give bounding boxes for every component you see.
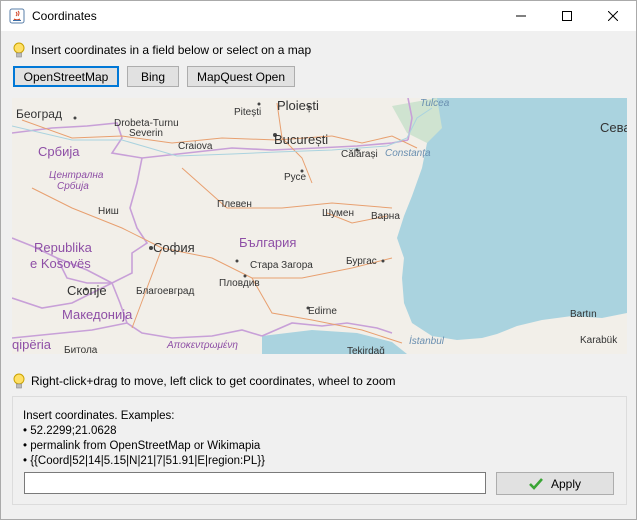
coordinates-window: Coordinates Insert coordinates in a fiel… <box>0 0 637 520</box>
minimize-button[interactable] <box>498 1 544 31</box>
map-label-beograd: Београд <box>16 107 62 121</box>
apply-button[interactable]: Apply <box>496 472 614 495</box>
panel-intro: Insert coordinates. Examples: <box>23 410 175 422</box>
map-label-edirne: Edirne <box>308 306 337 317</box>
map-label-bucuresti: București <box>274 132 328 147</box>
close-button[interactable] <box>590 1 636 31</box>
map-label-tekirdag: Tekirdağ <box>347 346 385 354</box>
openstreetmap-button[interactable]: OpenStreetMap <box>13 66 119 87</box>
map-label-ploiesti: Ploiești <box>277 98 319 113</box>
openstreetmap-label: OpenStreetMap <box>23 69 109 84</box>
map-label-centralna: Централна <box>49 170 104 181</box>
bottom-hint-text: Right-click+drag to move, left click to … <box>31 374 396 388</box>
maximize-icon <box>562 11 572 21</box>
map-label-pitesti: Pitești <box>234 107 261 118</box>
map-label-shumen: Шумен <box>322 208 354 219</box>
map-label-makedonija: Македонија <box>62 307 133 322</box>
map-label-republika: Republika <box>34 240 93 255</box>
map-view[interactable]: Београд Drobeta-Turnu Severin Pitești Pl… <box>12 98 627 354</box>
close-icon <box>608 11 618 21</box>
map-label-bitola: Битола <box>64 345 98 354</box>
map-label-sofia: София <box>153 240 195 255</box>
map-label-tulcea: Tulcea <box>420 98 450 109</box>
map-label-nis: Ниш <box>98 206 119 217</box>
map-label-pleven: Плевен <box>217 199 252 210</box>
map-label-seva: Сева <box>600 120 627 135</box>
map-label-plovdiv: Пловдив <box>219 278 260 289</box>
map-label-skopje: Скопје <box>67 283 107 298</box>
map-label-qiperia: qipëria <box>12 337 52 352</box>
top-hint-text: Insert coordinates in a field below or s… <box>31 43 312 57</box>
map-label-calarasi: Călărași <box>341 149 378 160</box>
top-hint: Insert coordinates in a field below or s… <box>13 41 311 59</box>
map-label-bulgaria: България <box>239 235 296 250</box>
title-bar: Coordinates <box>1 1 636 31</box>
map-label-bartin: Bartın <box>570 309 597 320</box>
map-label-istanbul: İstanbul <box>409 335 445 347</box>
lightbulb-icon <box>13 42 25 57</box>
map-label-severin: Severin <box>129 128 163 139</box>
maximize-button[interactable] <box>544 1 590 31</box>
bing-label: Bing <box>140 69 166 84</box>
bing-button[interactable]: Bing <box>127 66 179 87</box>
coordinates-input[interactable] <box>24 472 486 494</box>
map-label-ekosoves: e Kosovës <box>30 256 91 271</box>
coordinates-panel: Insert coordinates. Examples: • 52.2299;… <box>12 396 627 505</box>
example-line: • {{Coord|52|14|5.15|N|21|7|51.91|E|regi… <box>23 455 265 467</box>
example-line: • permalink from OpenStreetMap or Wikima… <box>23 440 261 452</box>
map-label-burgas: Бургас <box>346 256 377 267</box>
window-title: Coordinates <box>32 9 97 23</box>
bottom-hint: Right-click+drag to move, left click to … <box>13 372 396 390</box>
lightbulb-icon <box>13 373 25 388</box>
map-label-srbija2: Србија <box>57 180 89 192</box>
mapquest-open-label: MapQuest Open <box>196 69 286 84</box>
java-app-icon <box>9 8 25 24</box>
map-label-constanta: Constanța <box>385 148 431 159</box>
map-label-stara-zagora: Стара Загора <box>250 260 313 271</box>
map-label-karabuk: Karabük <box>580 335 618 346</box>
map-label-craiova: Craiova <box>178 141 213 152</box>
apply-label: Apply <box>550 476 582 491</box>
map-label-srbija: Србија <box>38 144 80 159</box>
map-label-ruse: Русе <box>284 172 307 183</box>
map-canvas[interactable]: Београд Drobeta-Turnu Severin Pitești Pl… <box>12 98 627 354</box>
minimize-icon <box>516 15 526 17</box>
map-label-apokentrimeni: Αποκεντρωμένη <box>166 339 238 351</box>
example-line: • 52.2299;21.0628 <box>23 425 117 437</box>
map-label-varna: Варна <box>371 211 400 222</box>
checkmark-icon <box>529 477 543 490</box>
map-label-blagoevgrad: Благоевград <box>136 286 194 297</box>
mapquest-open-button[interactable]: MapQuest Open <box>187 66 295 87</box>
